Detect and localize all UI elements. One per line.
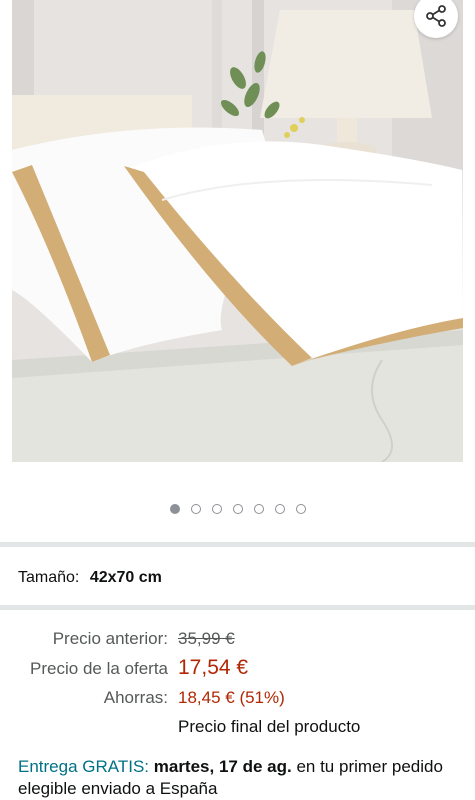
previous-price-row: Precio anterior: 35,99 € [0,629,475,649]
product-image[interactable] [12,0,463,462]
carousel-dot[interactable] [211,504,222,514]
delivery-info: Entrega GRATIS: martes, 17 de ag. en tu … [18,756,458,800]
savings-value: 18,45 € (51%) [178,688,285,707]
savings-label: Ahorras: [103,688,168,707]
share-icon [426,5,446,27]
previous-price-value: 35,99 € [178,629,235,648]
carousel-dot[interactable] [232,504,243,514]
pillow-photo [12,0,463,462]
image-carousel-indicator[interactable] [0,504,475,514]
final-price-note: Precio final del producto [178,717,361,736]
size-selector[interactable]: Tamaño: 42x70 cm [18,568,162,588]
carousel-dot[interactable] [169,504,180,514]
section-divider [0,542,475,547]
carousel-dot[interactable] [295,504,306,514]
offer-price-row: Precio de la oferta 17,54 € [0,656,475,680]
carousel-dot[interactable] [253,504,264,514]
size-value: 42x70 cm [89,569,162,586]
size-label: Tamaño: [18,569,80,586]
previous-price-label: Precio anterior: [52,629,168,648]
free-delivery-link[interactable]: Entrega GRATIS: [18,757,149,776]
carousel-dot[interactable] [274,504,285,514]
savings-row: Ahorras: 18,45 € (51%) [0,688,475,708]
delivery-date: martes, 17 de ag. [153,757,292,776]
carousel-dot[interactable] [190,504,201,514]
section-divider [0,605,475,610]
offer-price-value: 17,54 € [178,656,249,679]
offer-price-label: Precio de la oferta [30,659,168,678]
